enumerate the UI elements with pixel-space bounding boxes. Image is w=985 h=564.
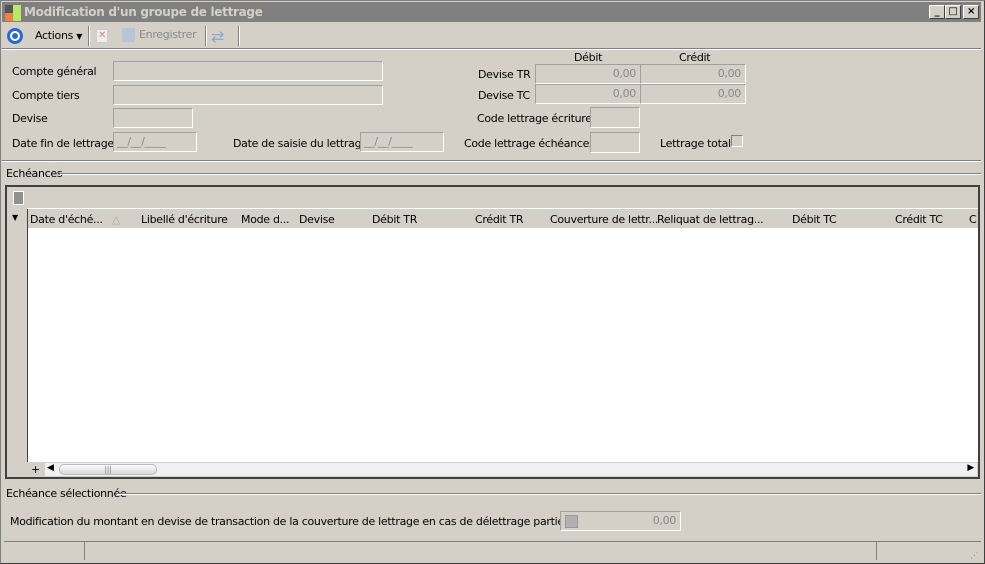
compte-general-input[interactable] — [113, 61, 383, 81]
column-header[interactable]: Devise — [299, 213, 335, 226]
column-header[interactable]: Crédit TR — [475, 213, 524, 226]
export-icon[interactable] — [13, 191, 24, 205]
devise-input[interactable] — [113, 108, 193, 128]
devise-tc-credit: 0,00 — [640, 84, 746, 104]
lettrage-total-checkbox[interactable] — [731, 135, 743, 147]
window-title: Modification d'un groupe de lettrage — [24, 5, 263, 19]
selected-amount-label: Modification du montant en devise de tra… — [10, 515, 567, 528]
actions-menu[interactable]: Actions ▼ — [35, 29, 82, 42]
sort-ascending-icon: △ — [111, 213, 121, 226]
compte-general-label: Compte général — [12, 65, 97, 78]
devise-tc-debit: 0,00 — [535, 84, 641, 104]
column-header[interactable]: Mode d... — [241, 213, 290, 226]
save-button[interactable]: Enregistrer — [122, 28, 202, 44]
date-fin-input[interactable]: __/__/____ — [113, 132, 197, 152]
devise-tr-debit: 0,00 — [535, 64, 641, 84]
scroll-thumb[interactable]: ||| — [59, 464, 157, 475]
lettrage-total-label: Lettrage total — [660, 137, 731, 150]
status-bar: ⋰ — [4, 541, 981, 560]
column-header[interactable]: C — [969, 213, 977, 226]
code-echeances-label: Code lettrage échéances — [464, 137, 595, 150]
add-row-button[interactable]: + — [31, 463, 40, 476]
close-button[interactable]: × — [963, 5, 979, 19]
title-bar: Modification d'un groupe de lettrage — [2, 2, 981, 22]
chevron-down-icon: ▼ — [76, 32, 83, 41]
nav-circle-icon[interactable] — [7, 28, 23, 44]
app-icon — [5, 5, 21, 21]
code-ecritures-label: Code lettrage écritures — [477, 112, 598, 125]
spin-button[interactable] — [565, 515, 578, 528]
column-chooser-icon[interactable]: ▼ — [12, 213, 18, 222]
horizontal-scrollbar[interactable]: ◀ ||| ▶ — [45, 463, 977, 476]
column-header[interactable]: Débit TR — [372, 213, 417, 226]
column-header[interactable]: Débit TC — [792, 213, 837, 226]
date-saisie-input[interactable]: __/__/____ — [360, 132, 444, 152]
debit-header: Débit — [574, 51, 603, 64]
devise-label: Devise — [12, 112, 48, 125]
scroll-left-icon[interactable]: ◀ — [47, 463, 54, 473]
column-header[interactable]: Libellé d'écriture — [141, 213, 228, 226]
compte-tiers-input[interactable] — [113, 85, 383, 105]
devise-tr-credit: 0,00 — [640, 64, 746, 84]
credit-header: Crédit — [679, 51, 711, 64]
column-header[interactable]: Crédit TC — [895, 213, 943, 226]
selected-amount-input[interactable]: 0,00 — [560, 511, 681, 531]
column-header[interactable]: Reliquat de lettrag... — [657, 213, 764, 226]
refresh-icon[interactable]: ⇄ — [211, 27, 224, 46]
save-icon — [122, 28, 135, 42]
date-saisie-label: Date de saisie du lettrage — [233, 137, 368, 150]
selected-amount-value: 0,00 — [652, 514, 677, 527]
scroll-right-icon[interactable]: ▶ — [967, 463, 974, 473]
column-header[interactable]: Couverture de lettr... — [550, 213, 658, 226]
actions-label: Actions — [35, 29, 74, 42]
minimize-button[interactable]: _ — [929, 5, 945, 19]
selected-title: Echéance sélectionnée — [6, 487, 127, 500]
grid-body[interactable] — [28, 228, 978, 462]
resize-grip-icon[interactable]: ⋰ — [970, 551, 978, 560]
column-header[interactable]: Date d'éché... △ — [30, 213, 120, 226]
devise-tc-label: Devise TC — [478, 89, 530, 102]
date-fin-label: Date fin de lettrage — [12, 137, 114, 150]
echeances-title: Echéances — [6, 167, 63, 180]
devise-tr-label: Devise TR — [478, 68, 531, 81]
delete-icon[interactable]: ✕ — [96, 29, 108, 43]
save-label: Enregistrer — [139, 28, 197, 41]
maximize-button[interactable]: □ — [945, 5, 961, 19]
code-ecritures-input[interactable] — [590, 107, 640, 128]
compte-tiers-label: Compte tiers — [12, 89, 80, 102]
code-echeances-input[interactable] — [590, 132, 640, 153]
